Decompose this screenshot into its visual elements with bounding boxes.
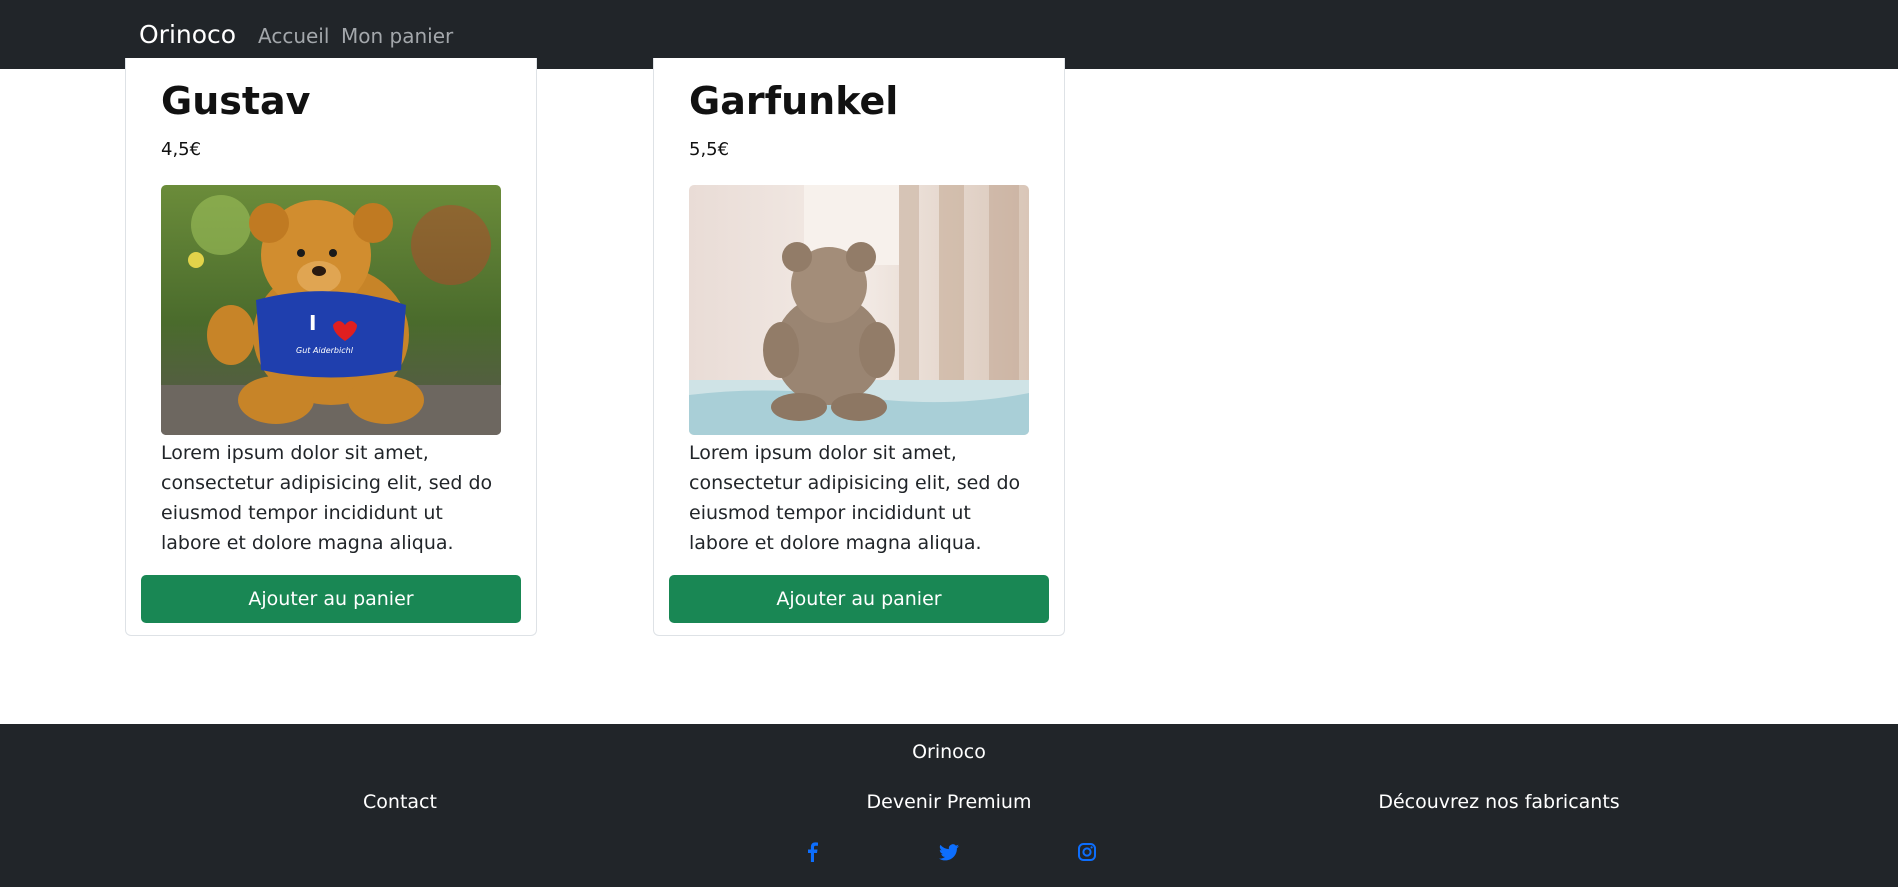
product-price: 4,5€ (161, 139, 202, 160)
product-card-garfunkel: Garfunkel 5,5€ Lorem ipsum dolor sit ame… (653, 58, 1065, 636)
footer-link-contact[interactable]: Contact (200, 790, 600, 814)
footer-link-fabricants[interactable]: Découvrez nos fabricants (1299, 790, 1699, 814)
svg-text:I: I (309, 311, 316, 335)
footer: Orinoco Contact Devenir Premium Découvre… (0, 724, 1898, 887)
product-description: Lorem ipsum dolor sit amet, consectetur … (161, 442, 493, 554)
product-title: Garfunkel (689, 79, 899, 123)
product-description: Lorem ipsum dolor sit amet, consectetur … (689, 442, 1021, 554)
footer-brand: Orinoco (912, 741, 986, 763)
nav-link-accueil[interactable]: Accueil (258, 22, 329, 50)
instagram-icon[interactable] (1075, 840, 1099, 864)
product-image: I Gut Aiderbichl (161, 185, 501, 435)
add-to-cart-button[interactable]: Ajouter au panier (669, 575, 1049, 623)
facebook-icon[interactable] (800, 840, 824, 864)
add-to-cart-button[interactable]: Ajouter au panier (141, 575, 521, 623)
product-image (689, 185, 1029, 435)
twitter-icon[interactable] (937, 840, 961, 864)
product-card-gustav: Gustav 4,5€ I Gut Aiderbichl Lorem ipsum… (125, 58, 537, 636)
footer-link-devenir-premium[interactable]: Devenir Premium (749, 790, 1149, 814)
nav-link-mon-panier[interactable]: Mon panier (341, 22, 453, 50)
product-price: 5,5€ (689, 139, 730, 160)
product-title: Gustav (161, 79, 311, 123)
svg-text:Gut Aiderbichl: Gut Aiderbichl (296, 346, 354, 355)
navbar-brand[interactable]: Orinoco (139, 18, 236, 52)
